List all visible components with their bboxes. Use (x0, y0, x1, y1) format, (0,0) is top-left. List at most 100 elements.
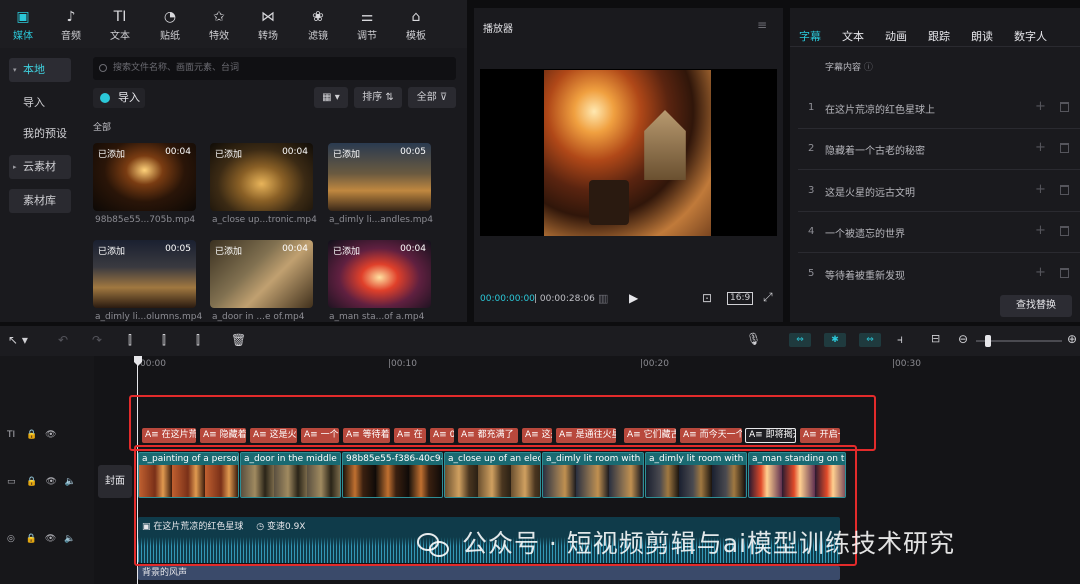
microphone-icon[interactable]: 🎙 (746, 332, 761, 346)
help-icon[interactable]: ⓘ (864, 63, 873, 73)
bgm-clip[interactable]: 背景的风声 (138, 566, 840, 580)
add-icon[interactable]: + (1035, 265, 1046, 280)
split-icon[interactable]: ⫿ (128, 333, 132, 348)
play-button[interactable]: ▶ (629, 291, 638, 305)
media-sidebar: ▾ 本地 导入 我的预设 ▸ 云素材 素材库 (0, 48, 82, 322)
delete-clip-icon[interactable]: 🗑 (231, 333, 246, 347)
tab-text[interactable]: 文本 (842, 28, 864, 44)
media-item[interactable]: 已添加 00:04 (328, 240, 431, 308)
text-track-header: TI 🔒 👁 (7, 430, 57, 440)
delete-icon[interactable] (1060, 143, 1069, 153)
find-replace-button[interactable]: 查找替换 (1000, 295, 1072, 317)
sort-icon: ⇅ (385, 92, 394, 103)
lock-icon[interactable]: 🔒 (26, 477, 37, 487)
sidebar-item-import[interactable]: 导入 (9, 91, 71, 115)
fullscreen-icon[interactable]: ⤢ (763, 290, 773, 305)
adjust-icon: ⚌ (360, 9, 374, 25)
redo-icon[interactable]: ↷ (92, 333, 102, 347)
eye-icon[interactable]: 👁 (45, 477, 56, 487)
video-track-header: ▭ 🔒 👁 🔈 (7, 477, 76, 487)
wechat-icon (415, 531, 453, 559)
select-cursor-icon[interactable]: ↖ ▾ (8, 333, 28, 347)
media-item-name: a_man sta...of a.mp4 (329, 312, 425, 322)
speaker-icon[interactable]: 🔈 (64, 534, 75, 544)
zoom-slider-handle[interactable] (985, 335, 991, 347)
speaker-icon[interactable]: 🔈 (65, 477, 76, 487)
preview-axis-icon[interactable]: ⊟ (931, 332, 940, 345)
subtitle-row[interactable]: 3 这是火星的远古文明 + (798, 171, 1080, 212)
subtitle-row[interactable]: 5 等待着被重新发现 + (798, 254, 1080, 295)
media-item[interactable]: 已添加 00:05 (93, 240, 196, 308)
sort-button[interactable]: 排序 ⇅ (354, 87, 402, 108)
import-button[interactable]: 导入 (93, 88, 145, 108)
tool-adjust[interactable]: ⚌ 调节 (347, 8, 387, 42)
timeline-grid-icon[interactable]: ▥ (598, 292, 608, 305)
filter-all-button[interactable]: 全部 ⊽ (408, 87, 456, 108)
auto-snap-icon[interactable]: ✱ (824, 333, 846, 347)
sidebar-item-library[interactable]: 素材库 (9, 189, 71, 213)
media-search-input[interactable]: 搜索文件名称、画面元素、台词 (93, 57, 456, 80)
delete-icon[interactable] (1060, 268, 1069, 278)
tool-effects[interactable]: ✩ 特效 (199, 8, 239, 42)
effects-icon: ✩ (213, 9, 225, 25)
media-item-name: a_dimly li...olumns.mp4 (95, 312, 203, 322)
tool-sticker[interactable]: ◔ 贴纸 (150, 8, 190, 42)
tab-digital-human[interactable]: 数字人 (1014, 28, 1047, 44)
eye-icon[interactable]: 👁 (45, 430, 56, 440)
undo-icon[interactable]: ↶ (58, 333, 68, 347)
delete-icon[interactable] (1060, 226, 1069, 236)
fit-screen-icon[interactable]: ⊡ (702, 291, 712, 305)
tool-filter[interactable]: ❀ 滤镜 (298, 8, 338, 42)
tab-read-aloud[interactable]: 朗读 (971, 28, 993, 44)
magnet-link-icon[interactable]: ⇔ (789, 333, 811, 347)
subtitle-content-header: 字幕内容 (825, 63, 862, 73)
eye-icon[interactable]: 👁 (45, 534, 56, 544)
view-mode-button[interactable]: ▦ ▾ (314, 87, 348, 108)
aspect-ratio-button[interactable]: 16:9 (727, 292, 754, 305)
tool-template[interactable]: ⌂ 模板 (396, 8, 436, 42)
tool-transition[interactable]: ⋈ 转场 (248, 8, 288, 42)
ruler-label: 00:00 (140, 359, 166, 369)
split-left-icon[interactable]: ⫿ (162, 333, 166, 348)
align-icon[interactable]: ⫞ (897, 332, 903, 347)
media-item-name: a_close up...tronic.mp4 (212, 215, 317, 225)
search-icon (99, 64, 107, 72)
sidebar-item-local[interactable]: ▾ 本地 (9, 58, 71, 82)
delete-icon[interactable] (1060, 185, 1069, 195)
tab-animation[interactable]: 动画 (885, 28, 907, 44)
ruler-label: |00:10 (388, 359, 417, 369)
caret-down-icon: ▾ (13, 66, 17, 74)
media-section-label: 全部 (93, 123, 112, 133)
transition-icon: ⋈ (261, 9, 275, 25)
media-item[interactable]: 已添加 00:04 (210, 240, 313, 308)
subtitle-row[interactable]: 2 隐藏着一个古老的秘密 + (798, 129, 1080, 170)
add-icon[interactable]: + (1035, 223, 1046, 238)
add-icon[interactable]: + (1035, 99, 1046, 114)
add-icon[interactable]: + (1035, 140, 1046, 155)
audio-track-header: ◎ 🔒 👁 🔈 (7, 534, 75, 544)
player-menu-icon[interactable]: ≡ (757, 18, 767, 32)
subtitle-row[interactable]: 1 在这片荒凉的红色星球上 + (798, 88, 1080, 129)
lock-icon[interactable]: 🔒 (26, 534, 37, 544)
tab-subtitle[interactable]: 字幕 (799, 28, 821, 44)
player-title: 播放器 (483, 24, 513, 35)
media-item[interactable]: 已添加 00:05 (328, 143, 431, 211)
split-right-icon[interactable]: ⫿ (196, 333, 200, 348)
lock-icon[interactable]: 🔒 (26, 430, 37, 440)
zoom-in-icon[interactable]: ⊕ (1067, 332, 1077, 346)
media-item[interactable]: 已添加 00:04 (93, 143, 196, 211)
subtitle-row[interactable]: 4 一个被遗忘的世界 + (798, 212, 1080, 253)
tab-tracking[interactable]: 跟踪 (928, 28, 950, 44)
add-icon[interactable]: + (1035, 182, 1046, 197)
tool-audio[interactable]: ♪ 音频 (51, 8, 91, 42)
sidebar-item-cloud[interactable]: ▸ 云素材 (9, 155, 71, 179)
sidebar-item-presets[interactable]: 我的预设 (9, 122, 71, 146)
tool-text[interactable]: TI 文本 (100, 8, 140, 42)
delete-icon[interactable] (1060, 102, 1069, 112)
tool-media[interactable]: ▣ 媒体 (3, 8, 43, 42)
linkage-icon[interactable]: ⇔ (859, 333, 881, 347)
cover-button[interactable]: 封面 (98, 465, 132, 498)
ruler-label: |00:20 (640, 359, 669, 369)
zoom-out-icon[interactable]: ⊖ (958, 332, 968, 346)
media-item[interactable]: 已添加 00:04 (210, 143, 313, 211)
